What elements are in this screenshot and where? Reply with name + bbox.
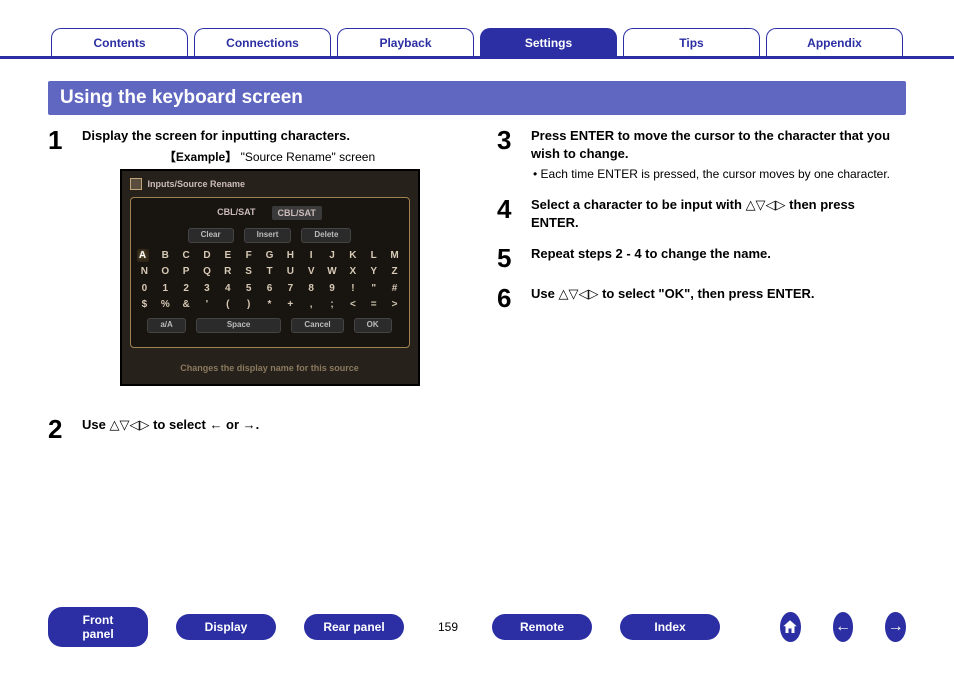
screen-title: Inputs/Source Rename: [148, 178, 246, 190]
screen-label-left: CBL/SAT: [217, 206, 255, 220]
footer-rear-panel[interactable]: Rear panel: [304, 614, 404, 640]
right-column: 3 Press ENTER to move the cursor to the …: [497, 127, 906, 456]
example-name: "Source Rename" screen: [241, 150, 376, 164]
tab-tips[interactable]: Tips: [623, 28, 760, 56]
screen-btn-insert: Insert: [244, 228, 292, 243]
step-4-text: Select a character to be input with △▽◁▷…: [531, 196, 906, 231]
footer-display[interactable]: Display: [176, 614, 276, 640]
step-1: 1 Display the screen for inputting chara…: [48, 127, 457, 402]
step-number: 2: [48, 416, 68, 442]
next-page-icon[interactable]: →: [885, 612, 906, 642]
screen-btn-ok: OK: [354, 318, 392, 333]
step-3: 3 Press ENTER to move the cursor to the …: [497, 127, 906, 182]
screen-btn-space: Space: [196, 318, 282, 333]
example-prefix: 【Example】: [164, 150, 237, 164]
dpad-icons: △▽◁▷: [109, 417, 149, 432]
prev-page-icon[interactable]: ←: [833, 612, 854, 642]
section-header: Using the keyboard screen: [48, 81, 906, 115]
footer-front-panel[interactable]: Front panel: [48, 607, 148, 647]
tab-playback[interactable]: Playback: [337, 28, 474, 56]
step-number: 3: [497, 127, 517, 182]
content-columns: 1 Display the screen for inputting chara…: [0, 127, 954, 456]
left-arrow-icon: ←: [209, 417, 222, 432]
left-column: 1 Display the screen for inputting chara…: [48, 127, 457, 456]
step-1-text: Display the screen for inputting charact…: [82, 128, 350, 143]
screen-label-selected: CBL/SAT: [272, 206, 322, 220]
step-number: 6: [497, 285, 517, 311]
step-6-text: Use △▽◁▷ to select "OK", then press ENTE…: [531, 285, 906, 311]
right-arrow-icon: →: [243, 417, 256, 432]
step-3-note: • Each time ENTER is pressed, the cursor…: [531, 166, 906, 182]
step-number: 4: [497, 196, 517, 231]
tab-contents[interactable]: Contents: [51, 28, 188, 56]
home-icon[interactable]: [780, 612, 801, 642]
dpad-icons: △▽◁▷: [746, 197, 786, 212]
screen-title-icon: [130, 178, 142, 190]
step-3-text: Press ENTER to move the cursor to the ch…: [531, 128, 890, 161]
tab-settings[interactable]: Settings: [480, 28, 617, 56]
footer-remote[interactable]: Remote: [492, 614, 592, 640]
top-tab-bar: Contents Connections Playback Settings T…: [0, 0, 954, 59]
step-2-text: Use △▽◁▷ to select ← or →.: [82, 416, 457, 442]
screen-keyboard-grid: ABCDEFGHIJKLM NOPQRSTUVWXYZ 0123456789!"…: [137, 249, 403, 312]
step-text: Display the screen for inputting charact…: [82, 127, 457, 402]
screen-btn-cancel: Cancel: [291, 318, 343, 333]
step-6: 6 Use △▽◁▷ to select "OK", then press EN…: [497, 285, 906, 311]
screen-footer-text: Changes the display name for this source: [126, 352, 414, 380]
keyboard-screen-mock: Inputs/Source Rename CBL/SAT CBL/SAT Cle…: [120, 169, 420, 386]
screen-btn-clear: Clear: [188, 228, 234, 243]
step-5: 5 Repeat steps 2 - 4 to change the name.: [497, 245, 906, 271]
tab-appendix[interactable]: Appendix: [766, 28, 903, 56]
step-4: 4 Select a character to be input with △▽…: [497, 196, 906, 231]
step-number: 5: [497, 245, 517, 271]
tab-connections[interactable]: Connections: [194, 28, 331, 56]
screen-btn-case: a/A: [147, 318, 185, 333]
step-number: 1: [48, 127, 68, 402]
step-5-text: Repeat steps 2 - 4 to change the name.: [531, 245, 906, 271]
footer-bar: Front panel Display Rear panel 159 Remot…: [0, 607, 954, 647]
footer-index[interactable]: Index: [620, 614, 720, 640]
screen-btn-delete: Delete: [301, 228, 351, 243]
key-A: A: [137, 249, 149, 263]
page-number: 159: [432, 620, 464, 634]
dpad-icons: △▽◁▷: [558, 286, 598, 301]
step-2: 2 Use △▽◁▷ to select ← or →.: [48, 416, 457, 442]
